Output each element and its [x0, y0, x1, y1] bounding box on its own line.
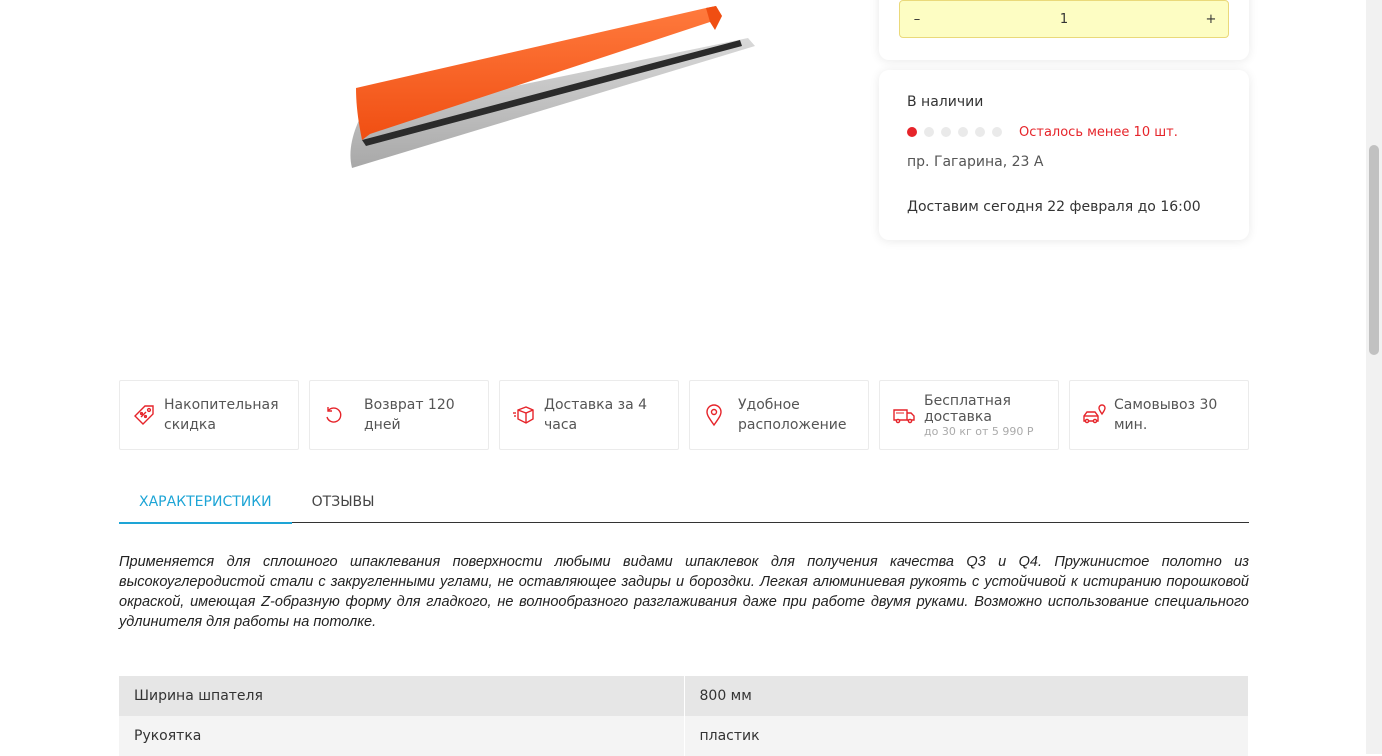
box-delivery-icon [500, 403, 544, 427]
free-delivery-truck-icon [880, 403, 924, 427]
product-image [270, 0, 830, 360]
page-scrollbar[interactable] [1366, 0, 1382, 754]
feature-label: Самовывоз 30 мин. [1114, 397, 1218, 433]
trowel-spatula-image [350, 6, 755, 168]
table-row: Рукоятка пластик [119, 716, 1249, 756]
return-arrow-icon [310, 403, 354, 427]
stock-dot [941, 127, 951, 137]
feature-pickup[interactable]: Самовывоз 30 мин. [1069, 380, 1249, 450]
location-pin-icon [690, 403, 734, 427]
feature-label: Бесплатная доставка [924, 392, 1011, 425]
feature-location[interactable]: Удобное расположение [689, 380, 869, 450]
feature-free-delivery[interactable]: Бесплатная доставка до 30 кг от 5 990 Р [879, 380, 1059, 450]
quantity-stepper: – 1 + [899, 0, 1229, 38]
feature-label: Удобное расположение [738, 397, 847, 433]
qty-increment-button[interactable]: + [1194, 12, 1228, 27]
stock-dot [958, 127, 968, 137]
discount-tag-icon [120, 403, 164, 427]
tab-characteristics[interactable]: ХАРАКТЕРИСТИКИ [119, 482, 292, 524]
spec-name: Ширина шпателя [119, 676, 685, 716]
stock-dot [992, 127, 1002, 137]
product-tabs: ХАРАКТЕРИСТИКИ ОТЗЫВЫ [119, 482, 1249, 524]
stock-dot [907, 127, 917, 137]
pickup-car-icon [1070, 403, 1114, 427]
spec-value: 800 мм [684, 676, 1249, 716]
stock-dot [924, 127, 934, 137]
feature-return[interactable]: Возврат 120 дней [309, 380, 489, 450]
spec-name: Рукоятка [119, 716, 685, 756]
stock-card: В наличии Осталось менее 10 шт. пр. Гага… [879, 70, 1249, 240]
product-description: Применяется для сплошного шпаклевания по… [119, 554, 1249, 630]
stock-warning: Осталось менее 10 шт. [1019, 125, 1178, 140]
feature-discount[interactable]: Накопительная скидка [119, 380, 299, 450]
feature-delivery[interactable]: Доставка за 4 часа [499, 380, 679, 450]
scrollbar-thumb[interactable] [1369, 145, 1379, 355]
feature-label: Накопительная скидка [164, 397, 279, 433]
store-address[interactable]: пр. Гагарина, 23 А [907, 154, 1043, 170]
qty-decrement-button[interactable]: – [900, 12, 934, 27]
table-row: Ширина шпателя 800 мм [119, 676, 1249, 716]
feature-label: Доставка за 4 часа [544, 397, 648, 433]
tab-reviews[interactable]: ОТЗЫВЫ [292, 482, 395, 522]
delivery-info: Доставим сегодня 22 февраля до 16:00 [907, 199, 1201, 215]
feature-sublabel: до 30 кг от 5 990 Р [924, 424, 1034, 438]
stock-status: В наличии [907, 94, 984, 110]
specs-table: Ширина шпателя 800 мм Рукоятка пластик [119, 676, 1249, 756]
stock-dot [975, 127, 985, 137]
feature-text: Бесплатная доставка до 30 кг от 5 990 Р [924, 393, 1058, 438]
feature-label: Возврат 120 дней [364, 397, 455, 433]
features-row: Накопительная скидка Возврат 120 дней До… [119, 380, 1249, 450]
spec-value: пластик [684, 716, 1249, 756]
quantity-card: – 1 + [879, 0, 1249, 60]
stock-level-indicator [907, 127, 1002, 137]
quantity-value[interactable]: 1 [1060, 12, 1068, 27]
